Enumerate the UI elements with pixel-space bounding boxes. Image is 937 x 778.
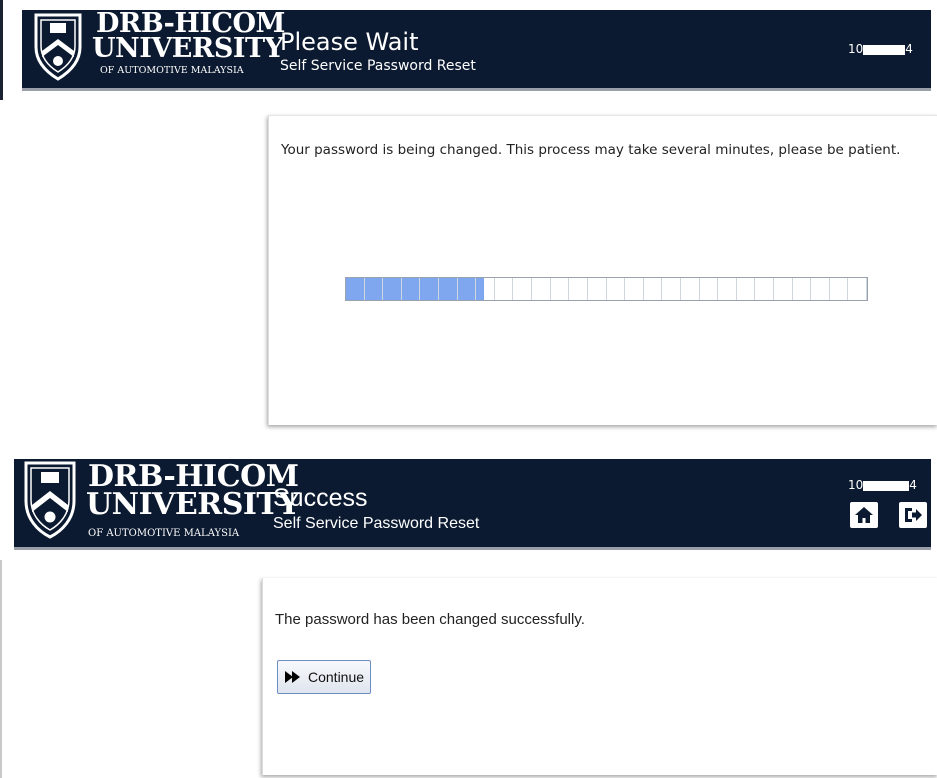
progress-segment: [588, 278, 607, 300]
progress-segment: [365, 278, 384, 300]
progress-segment: [681, 278, 700, 300]
brand-line-3: OF AUTOMOTIVE MALAYSIA: [100, 65, 244, 76]
page-title: Please Wait: [280, 28, 419, 56]
continue-button[interactable]: Continue: [277, 660, 372, 694]
progress-segment: [625, 278, 644, 300]
progress-segment: [476, 278, 495, 300]
university-wordmark: DRB-HICOM UNIVERSITY OF AUTOMOTIVE MALAY…: [86, 459, 300, 545]
user-id-redaction: [863, 480, 910, 491]
page-subtitle: Self Service Password Reset: [280, 58, 476, 74]
user-id-suffix: 4: [905, 42, 913, 56]
progress-segment: [662, 278, 681, 300]
header-success: DRB-HICOM UNIVERSITY OF AUTOMOTIVE MALAY…: [14, 459, 931, 550]
progress-segment: [718, 278, 737, 300]
progress-segment: [644, 278, 663, 300]
progress-segment: [737, 278, 756, 300]
progress-segment: [774, 278, 793, 300]
page-heading: Success Self Service Password Reset: [273, 483, 479, 535]
home-button[interactable]: [850, 502, 878, 528]
progress-segment: [755, 278, 775, 300]
brand-line-2: UNIVERSITY: [92, 33, 284, 64]
user-id-prefix: 10: [848, 478, 864, 492]
progress-segment: [607, 278, 626, 300]
progress-segment: [495, 278, 514, 300]
brand-line-3: OF AUTOMOTIVE MALAYSIA: [88, 528, 240, 539]
page-heading: Please Wait Self Service Password Reset: [280, 28, 476, 76]
header-please-wait: DRB-HICOM UNIVERSITY OF AUTOMOTIVE MALAY…: [22, 10, 931, 91]
home-icon: [855, 507, 873, 523]
progress-segment: [551, 278, 570, 300]
progress-segment: [811, 278, 830, 300]
progress-segment: [532, 278, 551, 300]
progress-segment: [346, 278, 365, 300]
brand-line-2: UNIVERSITY: [86, 487, 300, 522]
wait-panel: Your password is being changed. This pro…: [268, 115, 937, 425]
user-id: 10 4: [848, 478, 917, 492]
user-id-redaction: [863, 44, 906, 55]
progress-segment: [458, 278, 477, 300]
progress-segment: [793, 278, 812, 300]
page-title: Success: [273, 484, 368, 512]
logout-icon: [905, 508, 922, 522]
university-wordmark: DRB-HICOM UNIVERSITY OF AUTOMOTIVE MALAY…: [92, 10, 285, 84]
success-panel: The password has been changed successful…: [262, 578, 937, 775]
user-id: 10 4: [848, 42, 913, 56]
progress-segment: [569, 278, 588, 300]
logout-button[interactable]: [899, 502, 927, 528]
user-id-prefix: 10: [848, 42, 864, 56]
progress-bar: [345, 277, 868, 301]
progress-segment: [439, 278, 458, 300]
wait-message: Your password is being changed. This pro…: [281, 142, 901, 158]
university-shield-logo: [34, 13, 82, 81]
left-edge-fragment: [0, 0, 3, 100]
progress-segment: [830, 278, 849, 300]
progress-segment: [848, 278, 867, 300]
left-edge-divider: [0, 560, 2, 778]
fast-forward-icon: [285, 671, 300, 683]
progress-bar-segments: [346, 278, 867, 300]
progress-segment: [383, 278, 402, 300]
page-subtitle: Self Service Password Reset: [273, 515, 480, 532]
continue-label: Continue: [308, 669, 365, 685]
progress-segment: [402, 278, 421, 300]
user-id-suffix: 4: [909, 478, 917, 492]
progress-segment: [700, 278, 719, 300]
progress-segment: [513, 278, 533, 300]
progress-segment: [420, 278, 440, 300]
success-message: The password has been changed successful…: [275, 611, 585, 628]
university-shield-logo: [24, 461, 76, 539]
